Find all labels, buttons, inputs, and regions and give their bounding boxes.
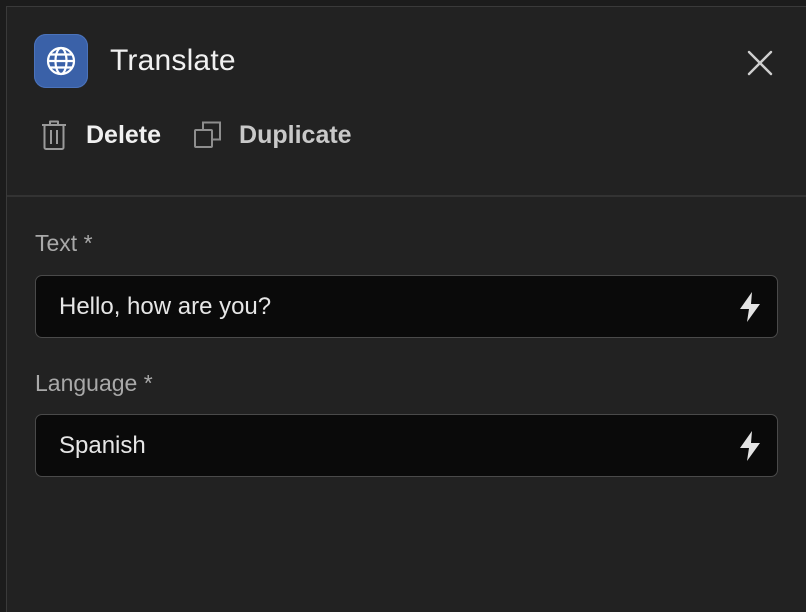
text-field-label: Text *: [35, 230, 93, 256]
delete-label: Delete: [86, 120, 162, 149]
language-field-label: Language *: [35, 370, 153, 396]
lightning-icon[interactable]: [737, 291, 763, 323]
text-input[interactable]: Hello, how are you?: [35, 275, 778, 338]
step-settings-panel: Translate Delete Duplicate Text * Hello,…: [6, 6, 806, 612]
lightning-icon[interactable]: [737, 430, 763, 462]
language-input[interactable]: Spanish: [35, 414, 778, 477]
action-bar: Delete Duplicate: [39, 115, 352, 155]
duplicate-button[interactable]: Duplicate: [193, 115, 352, 155]
duplicate-label: Duplicate: [239, 120, 352, 149]
close-icon: [747, 50, 773, 76]
panel-header: Translate Delete Duplicate: [7, 7, 806, 197]
close-button[interactable]: [742, 45, 778, 81]
language-input-value: Spanish: [59, 432, 146, 459]
trash-icon: [39, 118, 69, 152]
text-input-value: Hello, how are you?: [59, 293, 272, 320]
panel-title: Translate: [110, 44, 236, 77]
globe-icon: [34, 34, 88, 88]
copy-icon: [193, 118, 223, 152]
delete-button[interactable]: Delete: [39, 115, 161, 155]
